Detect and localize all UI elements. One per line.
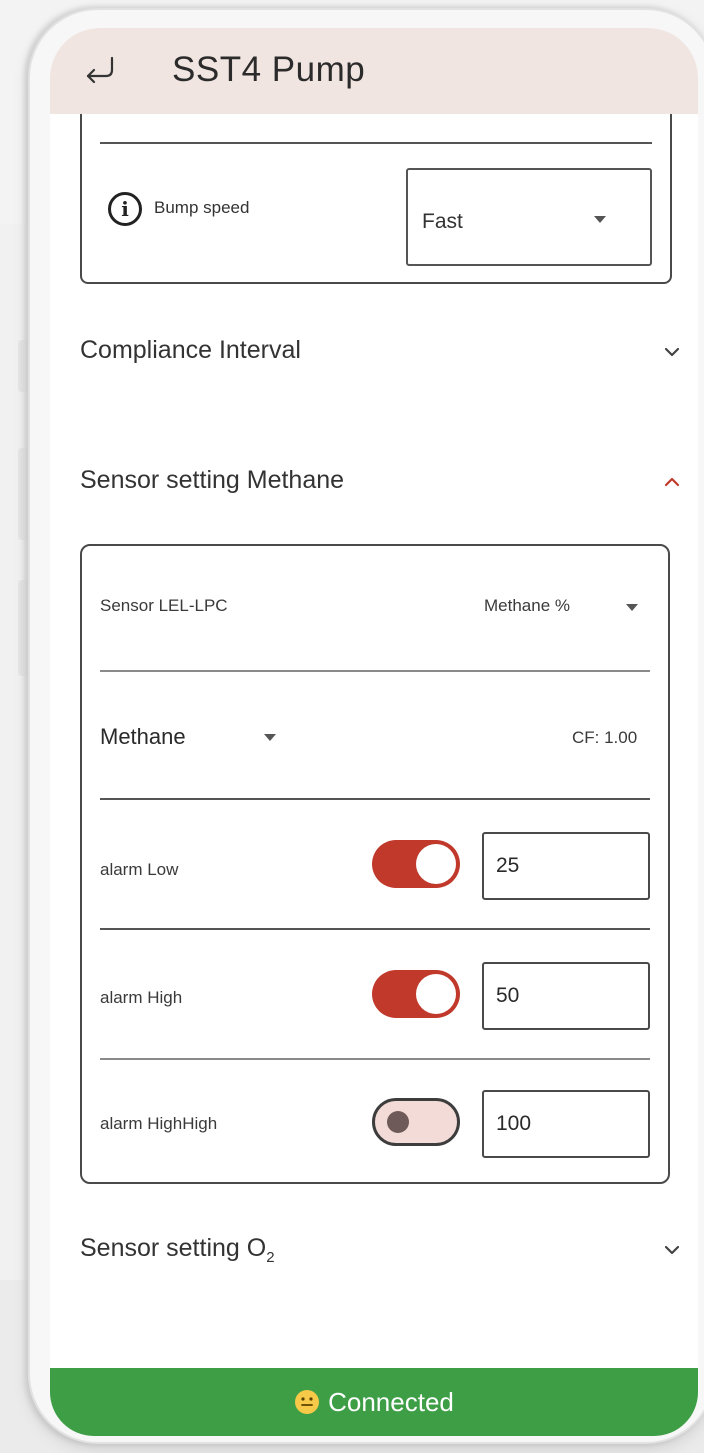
dropdown-arrow-icon [264, 734, 276, 741]
section-title: Compliance Interval [80, 336, 301, 364]
app-bar: SST4 Pump [50, 28, 698, 114]
correction-factor: CF: 1.00 [572, 728, 638, 747]
section-sensor-o2[interactable]: Sensor setting O2 [80, 1220, 680, 1280]
connection-status-text: Connected [328, 1386, 454, 1417]
alarm-high-label: alarm High [100, 988, 183, 1007]
toggle-knob [416, 844, 456, 884]
section-title: Sensor setting O2 [80, 1234, 275, 1266]
bump-speed-value: Fast [422, 210, 463, 233]
section-sensor-methane[interactable]: Sensor setting Methane [80, 452, 680, 512]
alarm-low-toggle[interactable] [372, 840, 460, 888]
section-compliance-interval[interactable]: Compliance Interval [80, 322, 680, 382]
chevron-down-icon[interactable] [664, 344, 680, 360]
methane-settings-card: Sensor LEL-LPC Methane % Methane CF: 1.0… [80, 544, 670, 1184]
gas-unit-select[interactable]: Methane % [484, 596, 570, 616]
alarm-highhigh-label: alarm HighHigh [100, 1114, 218, 1133]
alarm-high-input[interactable]: 50 [482, 962, 650, 1030]
smiley-icon [295, 1390, 320, 1414]
bump-speed-select[interactable]: Fast [406, 168, 652, 266]
gas-unit-value: Methane % [484, 596, 570, 615]
app-screen: SST4 Pump i Bump speed Fast Compliance I… [50, 28, 698, 1436]
toggle-knob [387, 1111, 409, 1133]
info-icon[interactable]: i [108, 192, 142, 226]
dropdown-arrow-icon [594, 216, 606, 223]
sensor-type-label: Sensor LEL-LPC [100, 596, 228, 615]
dropdown-arrow-icon [626, 604, 638, 611]
divider [100, 670, 650, 672]
divider [100, 798, 650, 800]
back-icon[interactable] [82, 52, 118, 88]
alarm-highhigh-input[interactable]: 100 [482, 1090, 650, 1158]
section-title-text: Sensor setting O [80, 1234, 267, 1262]
alarm-high-toggle[interactable] [372, 970, 460, 1018]
chevron-up-icon[interactable] [664, 474, 680, 490]
section-title: Sensor setting Methane [80, 466, 345, 494]
page-title: SST4 Pump [172, 50, 366, 89]
divider [100, 1058, 650, 1060]
alarm-low-input[interactable]: 25 [482, 832, 650, 900]
chevron-down-icon[interactable] [664, 1242, 680, 1258]
bump-speed-label: Bump speed [154, 198, 250, 217]
alarm-low-label: alarm Low [100, 860, 179, 879]
gas-value: Methane [100, 724, 186, 749]
bump-settings-card: i Bump speed Fast [80, 114, 672, 284]
toggle-knob [416, 974, 456, 1014]
divider [100, 142, 652, 144]
divider [100, 928, 650, 930]
gas-select[interactable]: Methane [100, 724, 186, 750]
connection-status-bar: Connected [50, 1368, 698, 1436]
subscript: 2 [266, 1249, 275, 1266]
alarm-highhigh-toggle[interactable] [372, 1098, 460, 1146]
